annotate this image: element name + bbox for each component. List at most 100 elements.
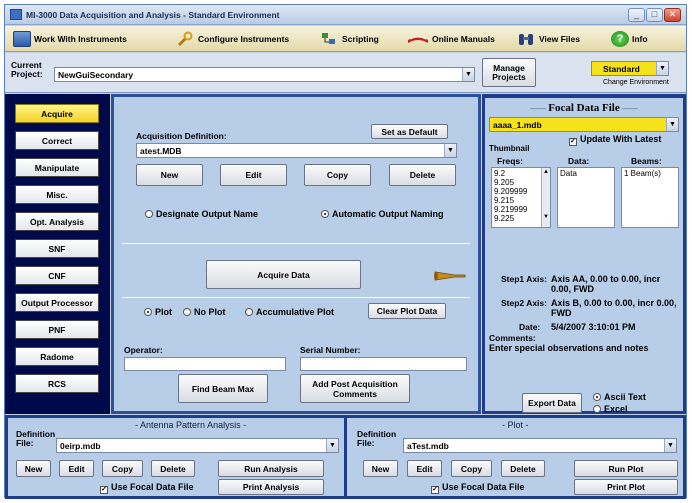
- list-item[interactable]: 9.2: [494, 169, 548, 178]
- list-item[interactable]: 1 Beam(s): [624, 169, 676, 178]
- new-definition-button[interactable]: New: [136, 164, 203, 186]
- accumulative-plot-option[interactable]: Accumulative Plot: [245, 307, 334, 317]
- environment-select[interactable]: Standard ▼: [591, 61, 669, 76]
- plot-use-focal-checkbox[interactable]: ✓ Use Focal Data File: [431, 482, 525, 494]
- plot-edit-button[interactable]: Edit: [407, 460, 442, 477]
- print-analysis-button[interactable]: Print Analysis: [218, 479, 324, 495]
- freqs-label: Freqs:: [497, 156, 523, 166]
- plot-option[interactable]: Plot: [144, 307, 172, 317]
- antenna-use-focal-checkbox[interactable]: ✓ Use Focal Data File: [100, 482, 194, 494]
- no-plot-option[interactable]: No Plot: [183, 307, 226, 317]
- menu-scripting[interactable]: Scripting: [321, 30, 379, 48]
- delete-definition-button[interactable]: Delete: [389, 164, 456, 186]
- run-analysis-button[interactable]: Run Analysis: [218, 460, 324, 477]
- list-item[interactable]: Data: [560, 169, 612, 178]
- chevron-down-icon: ▼: [666, 118, 678, 131]
- chevron-down-icon: ▼: [444, 144, 456, 157]
- sidebar-item-rcs[interactable]: RCS: [15, 374, 99, 393]
- radio-selected-icon: [321, 210, 329, 218]
- plot-new-button[interactable]: New: [363, 460, 398, 477]
- run-plot-button[interactable]: Run Plot: [574, 460, 678, 477]
- list-item[interactable]: 9.215: [494, 196, 548, 205]
- binoculars-icon: [518, 31, 536, 47]
- sidebar-item-pnf[interactable]: PNF: [15, 320, 99, 339]
- ascii-text-option[interactable]: Ascii Text: [593, 392, 646, 402]
- operator-field[interactable]: [124, 357, 286, 371]
- find-beam-max-button[interactable]: Find Beam Max: [178, 374, 268, 403]
- sidebar-item-output-processor[interactable]: Output Processor: [15, 293, 99, 312]
- menu-label: Info: [632, 34, 648, 44]
- sidebar-item-cnf[interactable]: CNF: [15, 266, 99, 285]
- sidebar-item-snf[interactable]: SNF: [15, 239, 99, 258]
- designate-output-name-option[interactable]: Designate Output Name: [145, 209, 258, 219]
- current-project-select[interactable]: NewGuiSecondary ▼: [54, 67, 475, 82]
- automatic-output-naming-option[interactable]: Automatic Output Naming: [321, 209, 444, 219]
- add-post-acquisition-comments-button[interactable]: Add Post Acquisition Comments: [300, 374, 410, 403]
- clear-plot-data-button[interactable]: Clear Plot Data: [368, 303, 446, 319]
- label-line: File:: [16, 438, 34, 448]
- option-label: Automatic Output Naming: [332, 209, 444, 219]
- freqs-list[interactable]: 9.2 9.205 9.209999 9.215 9.219999 9.225 …: [491, 167, 551, 228]
- plot-copy-button[interactable]: Copy: [451, 460, 492, 477]
- date-label: Date:: [519, 322, 541, 332]
- date-value: 5/4/2007 3:10:01 PM: [551, 322, 636, 332]
- sidebar-item-misc[interactable]: Misc.: [15, 185, 99, 204]
- comments-value: Enter special observations and notes: [489, 343, 649, 353]
- antenna-edit-button[interactable]: Edit: [59, 460, 94, 477]
- menu-info[interactable]: ? Info: [611, 30, 648, 48]
- minimize-button[interactable]: _: [628, 8, 645, 22]
- step2-axis-label: Step2 Axis:: [501, 298, 547, 308]
- maximize-button[interactable]: □: [646, 8, 663, 22]
- bottom-bar: - Antenna Pattern Analysis - Definition …: [5, 415, 686, 499]
- antenna-definition-select[interactable]: 0eirp.mdb ▼: [56, 438, 339, 453]
- list-item[interactable]: 9.205: [494, 178, 548, 187]
- menu-label: Work With Instruments: [34, 34, 127, 44]
- acquire-data-button[interactable]: Acquire Data: [206, 260, 361, 289]
- plot-definition-select[interactable]: aTest.mdb ▼: [403, 438, 677, 453]
- data-list[interactable]: Data: [557, 167, 615, 228]
- list-item[interactable]: 9.209999: [494, 187, 548, 196]
- menu-work-with-instruments[interactable]: Work With Instruments: [13, 30, 127, 48]
- antenna-delete-button[interactable]: Delete: [151, 460, 195, 477]
- checkbox-checked-icon: ✓: [100, 486, 108, 494]
- button-line: Add Post Acquisition: [312, 378, 398, 389]
- edit-definition-button[interactable]: Edit: [220, 164, 287, 186]
- serial-number-field[interactable]: [300, 357, 467, 371]
- header-text: Focal Data File: [548, 102, 620, 114]
- list-item[interactable]: 9.219999: [494, 205, 548, 214]
- export-data-button[interactable]: Export Data: [522, 393, 582, 413]
- print-plot-button[interactable]: Print Plot: [574, 479, 678, 495]
- divider: [122, 243, 470, 244]
- label-line: Project:: [11, 69, 43, 79]
- excel-option[interactable]: Excel: [593, 404, 628, 414]
- sidebar-item-acquire[interactable]: Acquire: [15, 104, 99, 123]
- menu-label: Configure Instruments: [198, 34, 290, 44]
- scrollbar[interactable]: ▲ ▼: [541, 168, 550, 227]
- sidebar-item-correct[interactable]: Correct: [15, 131, 99, 150]
- thumbnail-label: Thumbnail: [489, 144, 530, 153]
- manage-projects-button[interactable]: Manage Projects: [482, 58, 536, 87]
- sidebar-item-manipulate[interactable]: Manipulate: [15, 158, 99, 177]
- close-button[interactable]: ✕: [664, 8, 681, 22]
- focal-data-inner: —— Focal Data File —— aaaa_1.mdb ▼ ✓ Upda…: [485, 98, 683, 414]
- sidebar-item-opt-analysis[interactable]: Opt. Analysis: [15, 212, 99, 231]
- sidebar-item-radome[interactable]: Radome: [15, 347, 99, 366]
- definition-file-label: Definition File:: [16, 430, 55, 448]
- antenna-copy-button[interactable]: Copy: [102, 460, 143, 477]
- copy-definition-button[interactable]: Copy: [304, 164, 371, 186]
- serial-number-label: Serial Number:: [300, 345, 361, 355]
- operator-label: Operator:: [124, 345, 163, 355]
- beams-list[interactable]: 1 Beam(s): [621, 167, 679, 228]
- menu-configure-instruments[interactable]: Configure Instruments: [177, 30, 289, 48]
- list-item[interactable]: 9.225: [494, 214, 548, 223]
- checkbox-checked-icon: ✓: [431, 486, 439, 494]
- set-as-default-button[interactable]: Set as Default: [371, 124, 448, 139]
- acquisition-definition-select[interactable]: atest.MDB ▼: [136, 143, 457, 158]
- menu-view-files[interactable]: View Files: [518, 30, 580, 48]
- update-with-latest-checkbox[interactable]: ✓ Update With Latest: [569, 134, 661, 146]
- focal-data-file-select[interactable]: aaaa_1.mdb ▼: [489, 117, 679, 132]
- antenna-new-button[interactable]: New: [16, 460, 51, 477]
- menu-online-manuals[interactable]: Online Manuals: [407, 30, 495, 48]
- title-bar: MI-3000 Data Acquisition and Analysis - …: [5, 5, 686, 25]
- plot-delete-button[interactable]: Delete: [501, 460, 545, 477]
